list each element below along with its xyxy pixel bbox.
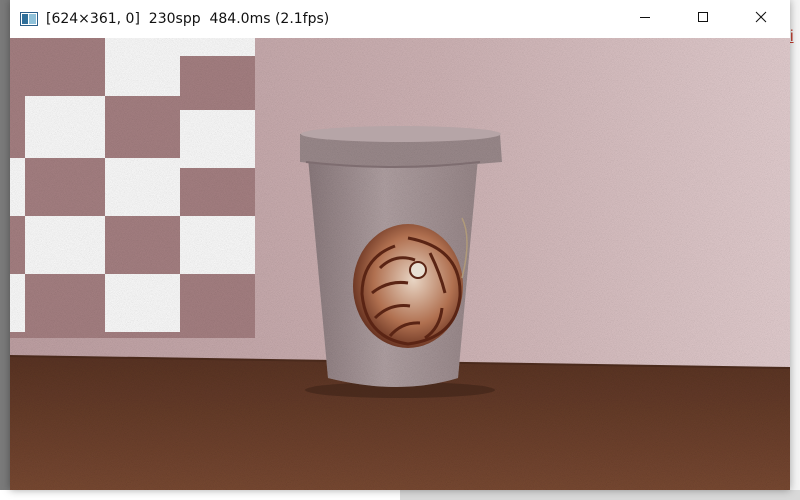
background-window-edge: i xyxy=(790,0,800,500)
background-strip xyxy=(0,490,400,500)
background-strip-right xyxy=(400,490,800,500)
rendered-scene xyxy=(10,38,790,490)
title-bar[interactable]: [624×361, 0] 230spp 484.0ms (2.1fps) xyxy=(10,0,790,38)
background-link-fragment: i xyxy=(790,28,794,45)
close-button[interactable] xyxy=(732,0,790,38)
window-controls xyxy=(616,0,790,38)
minimize-icon xyxy=(639,10,651,28)
app-window-icon xyxy=(20,12,38,26)
render-viewport[interactable] xyxy=(10,38,790,490)
render-window: [624×361, 0] 230spp 484.0ms (2.1fps) xyxy=(10,0,790,490)
checkerboard-wall xyxy=(10,38,255,338)
minimize-button[interactable] xyxy=(616,0,674,38)
window-title: [624×361, 0] 230spp 484.0ms (2.1fps) xyxy=(46,11,330,27)
maximize-button[interactable] xyxy=(674,0,732,38)
close-icon xyxy=(755,10,767,28)
maximize-icon xyxy=(697,10,709,28)
